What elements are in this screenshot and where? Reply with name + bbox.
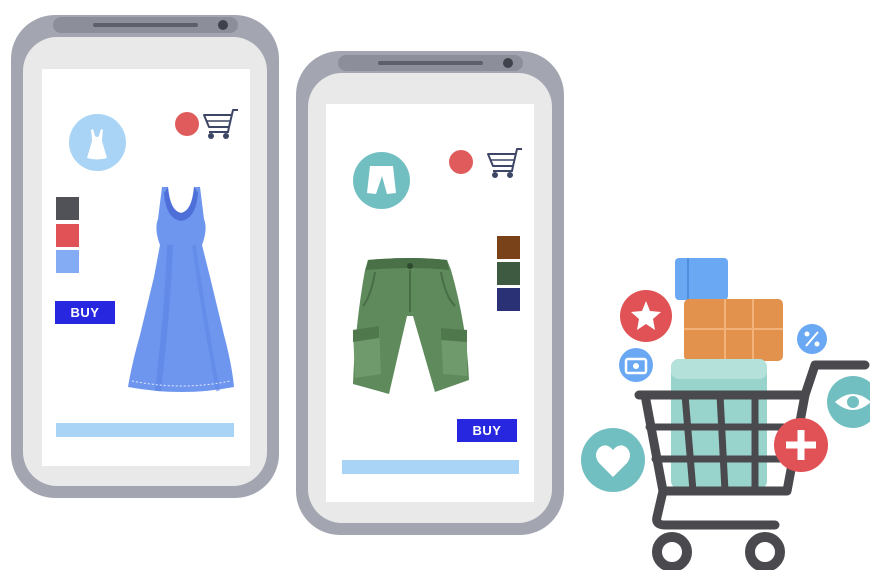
color-swatch-navy[interactable] <box>497 288 520 311</box>
buy-button[interactable]: BUY <box>55 301 115 324</box>
dress-category-icon[interactable] <box>69 114 126 171</box>
shorts-product-image <box>351 256 471 396</box>
camera-dot <box>218 20 228 30</box>
notification-dot <box>449 150 473 174</box>
notification-dot <box>175 112 199 136</box>
color-swatch-red[interactable] <box>56 224 79 247</box>
percent-icon <box>797 324 827 354</box>
dress-product-image <box>128 185 234 397</box>
phone-left-screen: BUY <box>42 69 250 466</box>
phone-left-speaker <box>53 17 238 33</box>
shorts-category-icon[interactable] <box>353 152 410 209</box>
blue-box-icon <box>675 258 728 300</box>
color-swatch-brown[interactable] <box>497 236 520 259</box>
cart-wheel-icon <box>745 532 785 570</box>
phone-left: BUY <box>11 15 279 498</box>
camera-dot <box>503 58 513 68</box>
shopping-cart-illustration <box>575 255 870 570</box>
color-swatch-dark-green[interactable] <box>497 262 520 285</box>
orange-box-icon <box>684 299 783 361</box>
color-swatch-dark-gray[interactable] <box>56 197 79 220</box>
placeholder-bar <box>342 460 519 474</box>
color-swatch-light-blue[interactable] <box>56 250 79 273</box>
phone-right: BUY <box>296 51 564 535</box>
camera-icon <box>619 348 653 382</box>
plus-icon <box>774 418 828 472</box>
cart-icon[interactable] <box>200 107 242 141</box>
star-icon <box>620 290 672 342</box>
phone-right-screen: BUY <box>326 104 534 502</box>
cart-icon[interactable] <box>484 146 526 180</box>
phone-right-speaker <box>338 55 523 71</box>
cart-wheel-icon <box>652 532 692 570</box>
buy-button[interactable]: BUY <box>457 419 517 442</box>
placeholder-bar <box>56 423 234 437</box>
eye-icon <box>827 376 870 428</box>
heart-icon <box>581 428 645 492</box>
